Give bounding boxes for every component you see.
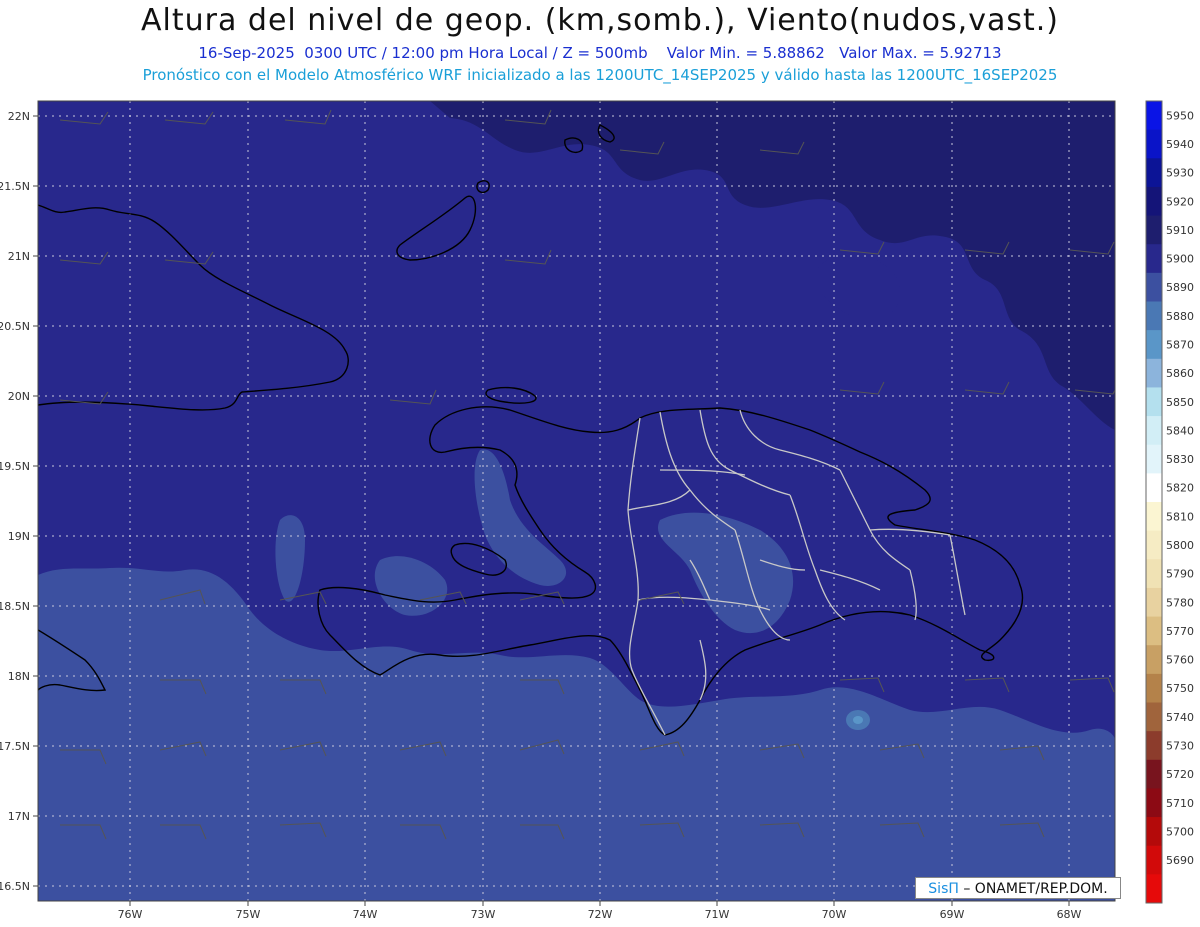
lon-label: 71W — [705, 908, 730, 921]
lon-label: 73W — [471, 908, 496, 921]
colorbar-swatch — [1146, 788, 1162, 818]
lat-label: 19N — [8, 530, 30, 543]
colorbar: 5950 5940 5930 5920 5910 5900 5890 5880 5870 5860… — [1145, 100, 1194, 904]
onamet-logo: SisΠ – ONAMET/REP.DOM. — [915, 877, 1121, 899]
colorbar-level-label: 5770 — [1166, 625, 1194, 638]
lon-label: 76W — [118, 908, 143, 921]
colorbar-level-label: 5710 — [1166, 797, 1194, 810]
lon-label: 72W — [588, 908, 613, 921]
colorbar-swatch — [1146, 101, 1162, 131]
colorbar-swatch — [1146, 616, 1162, 646]
colorbar-level-label: 5810 — [1166, 510, 1194, 523]
colorbar-level-label: 5830 — [1166, 453, 1194, 466]
colorbar-level-label: 5950 — [1166, 109, 1194, 122]
lon-label: 68W — [1057, 908, 1082, 921]
colorbar-level-label: 5890 — [1166, 281, 1194, 294]
colorbar-swatch — [1146, 444, 1162, 474]
lat-label: 16.5N — [0, 880, 30, 893]
colorbar-level-label: 5940 — [1166, 138, 1194, 151]
colorbar-level-label: 5840 — [1166, 424, 1194, 437]
colorbar-level-label: 5760 — [1166, 654, 1194, 667]
colorbar-swatch — [1146, 502, 1162, 532]
colorbar-swatch — [1146, 129, 1162, 159]
colorbar-swatch — [1146, 244, 1162, 274]
height-band-5880-spot — [853, 716, 863, 724]
colorbar-swatch — [1146, 587, 1162, 618]
colorbar-level-label: 5870 — [1166, 338, 1194, 351]
lat-ticks — [33, 115, 38, 887]
colorbar-swatch — [1146, 330, 1162, 360]
lon-axis: 76W 75W 74W 73W 72W 71W 70W 69W 68W — [118, 908, 1082, 921]
colorbar-level-label: 5690 — [1166, 854, 1194, 867]
colorbar-level-label: 5930 — [1166, 167, 1194, 180]
colorbar-level-label: 5730 — [1166, 739, 1194, 752]
lon-label: 70W — [822, 908, 847, 921]
lat-label: 21.5N — [0, 180, 30, 193]
logo-text: – ONAMET/REP.DOM. — [958, 881, 1108, 897]
colorbar-swatch — [1146, 759, 1162, 789]
colorbar-swatch — [1146, 559, 1162, 589]
colorbar-swatch — [1146, 301, 1162, 331]
colorbar-swatch — [1146, 215, 1162, 245]
colorbar-level-label: 5900 — [1166, 253, 1194, 266]
colorbar-level-label: 5790 — [1166, 568, 1194, 581]
colorbar-level-label: 5910 — [1166, 224, 1194, 237]
colorbar-swatch — [1146, 645, 1162, 675]
colorbar-swatch — [1146, 530, 1162, 560]
lat-label: 17.5N — [0, 740, 30, 753]
colorbar-swatch — [1146, 673, 1162, 703]
colorbar-level-label: 5880 — [1166, 310, 1194, 323]
lat-label: 21N — [8, 250, 30, 263]
lon-label: 75W — [236, 908, 261, 921]
colorbar-swatch — [1146, 731, 1162, 761]
colorbar-swatch — [1146, 186, 1162, 217]
colorbar-level-label: 5850 — [1166, 396, 1194, 409]
lat-label: 19.5N — [0, 460, 30, 473]
colorbar-level-label: 5750 — [1166, 682, 1194, 695]
colorbar-swatch — [1146, 272, 1162, 302]
colorbar-swatch — [1146, 358, 1162, 388]
colorbar-level-label: 5720 — [1166, 768, 1194, 781]
colorbar-swatch — [1146, 387, 1162, 417]
lat-label: 18N — [8, 670, 30, 683]
colorbar-level-label: 5740 — [1166, 711, 1194, 724]
lat-label: 20.5N — [0, 320, 30, 333]
colorbar-level-label: 5860 — [1166, 367, 1194, 380]
lat-label: 20N — [8, 390, 30, 403]
colorbar-swatch — [1146, 874, 1162, 904]
logo-prefix: SisΠ — [928, 881, 959, 897]
colorbar-swatch — [1146, 817, 1162, 847]
map-plot-area — [38, 101, 1115, 901]
lon-label: 69W — [940, 908, 965, 921]
lon-label: 74W — [353, 908, 378, 921]
colorbar-swatch — [1146, 473, 1162, 503]
lon-ticks — [129, 901, 1070, 906]
colorbar-level-label: 5920 — [1166, 195, 1194, 208]
lat-label: 18.5N — [0, 600, 30, 613]
lat-axis: 22N 21.5N 21N 20.5N 20N 19.5N 19N 18.5N … — [0, 110, 30, 893]
colorbar-level-label: 5780 — [1166, 596, 1194, 609]
colorbar-swatch — [1146, 158, 1162, 188]
colorbar-swatch — [1146, 702, 1162, 732]
colorbar-level-label: 5820 — [1166, 482, 1194, 495]
lat-label: 17N — [8, 810, 30, 823]
forecast-map: 22N 21.5N 21N 20.5N 20N 19.5N 19N 18.5N … — [0, 100, 1194, 921]
colorbar-swatch — [1146, 845, 1162, 875]
lat-label: 22N — [8, 110, 30, 123]
colorbar-level-label: 5800 — [1166, 539, 1194, 552]
colorbar-level-label: 5700 — [1166, 825, 1194, 838]
colorbar-swatch — [1146, 416, 1162, 446]
